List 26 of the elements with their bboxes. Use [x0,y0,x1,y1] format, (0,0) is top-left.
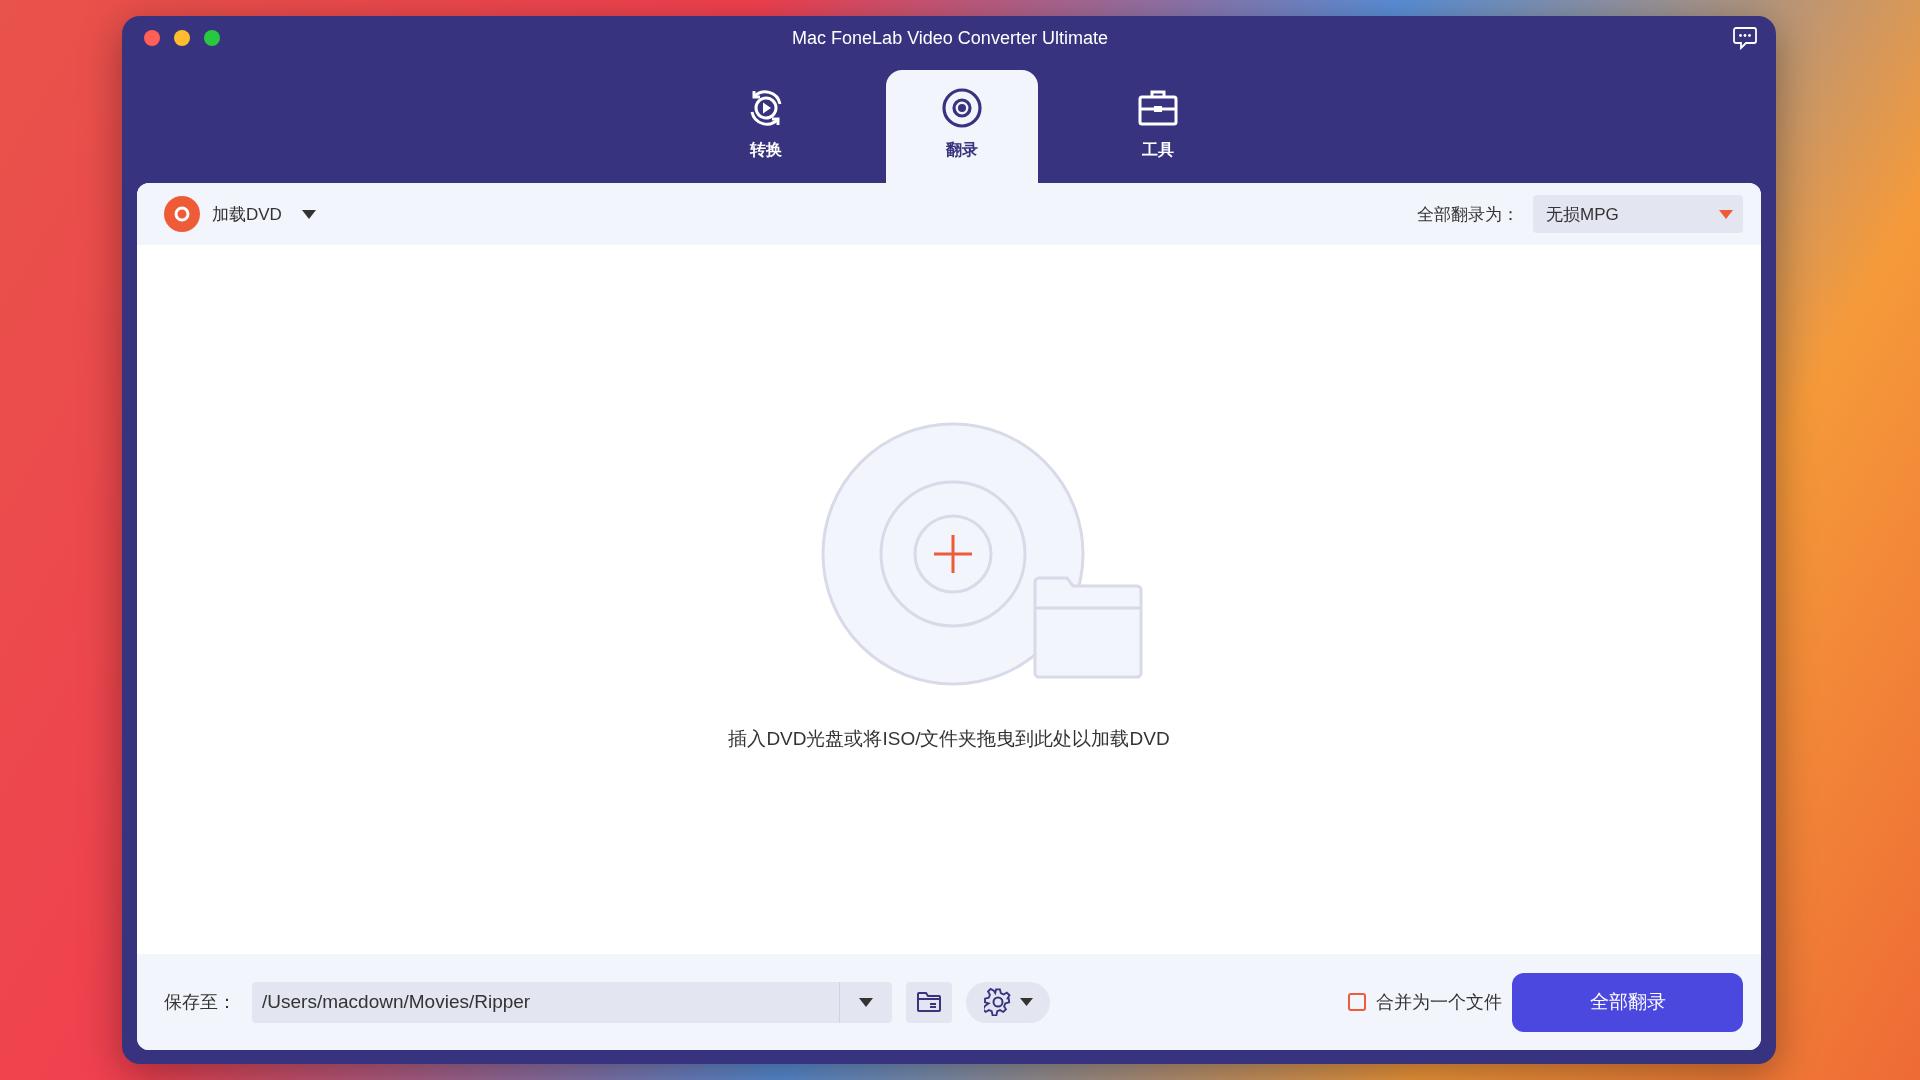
caret-icon[interactable] [301,209,316,219]
caret-icon [1019,998,1033,1006]
minimize-button[interactable] [174,30,190,46]
chat-icon[interactable] [1732,26,1758,50]
settings-button[interactable] [966,981,1050,1023]
settings-icon [983,988,1012,1016]
window-title: Mac FoneLab Video Converter Ultimate [791,27,1109,49]
save-path-field[interactable]: /Users/macdown/Movies/Ripper [252,981,892,1023]
mode-tab[interactable]: 工具 [1082,70,1234,183]
disc-icon [164,196,200,232]
format-dropdown[interactable]: 无损MPG [1533,195,1743,233]
merge-checkbox[interactable]: 合并为一个文件 [1348,990,1502,1014]
caret-icon [1719,209,1733,219]
disc-icon [940,86,984,130]
folder-icon [916,991,942,1013]
load-dvd-button[interactable]: 加载DVD [164,196,282,232]
drop-hint: 插入DVD光盘或将ISO/文件夹拖曳到此处以加载DVD [728,727,1170,751]
zoom-button[interactable] [204,30,220,46]
rip-all-to-label: 全部翻录为： [1417,203,1519,226]
rip-all-button[interactable]: 全部翻录 [1512,972,1743,1032]
open-folder-button[interactable] [906,981,952,1023]
caret-icon[interactable] [859,997,873,1007]
save-to-label: 保存至： [164,991,236,1014]
mode-tab[interactable]: 翻录 [886,70,1038,183]
close-button[interactable] [144,30,160,46]
mode-tab[interactable]: 转换 [690,70,842,183]
